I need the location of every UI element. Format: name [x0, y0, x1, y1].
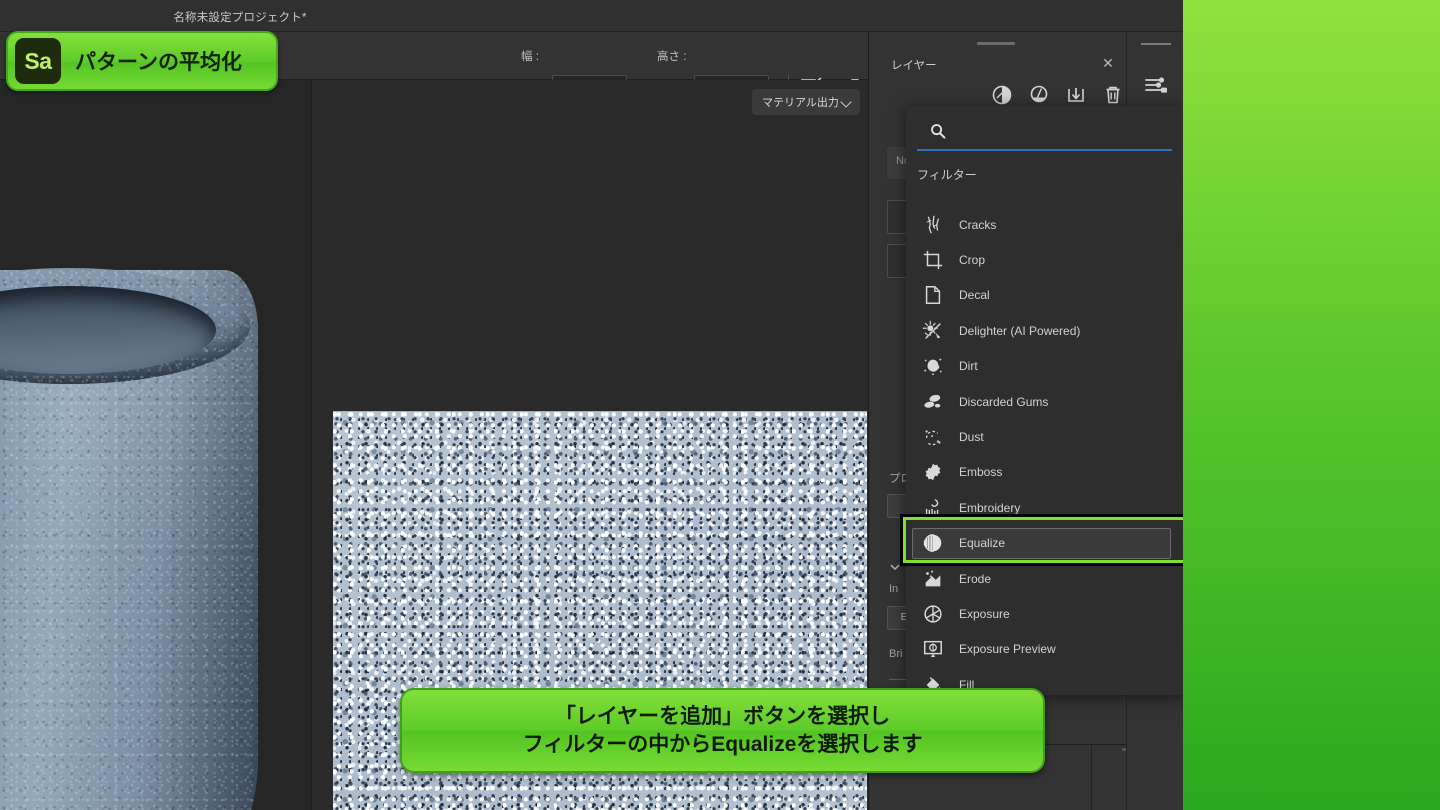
filter-label: Crop — [959, 253, 986, 268]
cracks-icon — [918, 211, 948, 239]
filter-item-delighter[interactable]: Delighter (AI Powered) — [906, 313, 1183, 348]
rendered-vessel-mesh — [0, 268, 258, 810]
tutorial-title-text: パターンの平均化 — [75, 51, 242, 74]
project-title: 名称未設定プロジェクト* — [173, 12, 307, 24]
delete-icon[interactable] — [1102, 84, 1124, 106]
property-label-bri: Bri — [889, 648, 903, 660]
filter-item-emboss[interactable]: Emboss — [906, 455, 1183, 490]
import-icon[interactable] — [1065, 84, 1087, 106]
chevron-down-icon[interactable] — [889, 560, 901, 572]
filter-label: Discarded Gums — [959, 394, 1049, 409]
viewport-render-area[interactable] — [0, 80, 312, 810]
filter-label: Delighter (AI Powered) — [959, 323, 1081, 338]
exposure-icon — [918, 600, 948, 628]
exposure-preview-icon — [918, 635, 948, 663]
filter-label: Emboss — [959, 465, 1003, 480]
filter-item-dirt[interactable]: Dirt — [906, 349, 1183, 384]
panel-divider-vertical — [1091, 745, 1092, 810]
filter-label: Dust — [959, 430, 984, 445]
sliders-icon[interactable] — [1143, 72, 1169, 98]
emboss-icon — [918, 458, 948, 486]
callout-line-2: フィルターの中からEqualizeを選択します — [522, 732, 923, 756]
panel-title: レイヤー — [891, 60, 937, 72]
filter-item-crop[interactable]: Crop — [906, 242, 1183, 277]
dropdown-section-header: フィルター — [917, 168, 977, 182]
embroidery-icon — [918, 494, 948, 522]
equalize-icon — [918, 529, 948, 557]
dropdown-search[interactable] — [917, 115, 1172, 151]
search-input[interactable] — [917, 115, 1172, 149]
material-output-select[interactable]: マテリアル出力 — [752, 89, 860, 115]
screenshot-root: 名称未設定プロジェクト* 幅 : 2048 高さ : 2048 — [0, 0, 1440, 810]
filter-item-discarded-gums[interactable]: Discarded Gums — [906, 384, 1183, 419]
erode-icon — [918, 565, 948, 593]
crop-icon — [918, 246, 948, 274]
search-underline — [917, 149, 1172, 151]
decal-icon — [918, 281, 948, 309]
chevron-down-icon — [841, 97, 852, 108]
property-label-in: In — [889, 583, 899, 595]
filter-label: Equalize — [959, 536, 1006, 551]
filter-label: Dirt — [959, 359, 978, 374]
add-layer-dropdown-menu: フィルター Cracks Crop Decal Delighter (AI Po… — [906, 106, 1183, 695]
height-label: 高さ : — [657, 51, 687, 63]
delighter-icon — [918, 317, 948, 345]
filter-item-dust[interactable]: Dust — [906, 419, 1183, 454]
dust-icon — [918, 423, 948, 451]
window-titlebar: 名称未設定プロジェクト* — [0, 0, 1183, 32]
tutorial-instruction-callout: 「レイヤーを追加」ボタンを選択し フィルターの中からEqualizeを選択します — [400, 688, 1045, 773]
filter-list: Cracks Crop Decal Delighter (AI Powered)… — [906, 207, 1183, 695]
add-effect-icon[interactable] — [1028, 84, 1050, 106]
filter-item-embroidery[interactable]: Embroidery — [906, 490, 1183, 525]
tutorial-title-badge: Sa パターンの平均化 — [6, 31, 278, 91]
panel-drag-grip[interactable] — [977, 42, 1015, 45]
layer-action-buttons — [991, 84, 1124, 106]
filter-label: Exposure Preview — [959, 642, 1056, 657]
substance-logo: Sa — [15, 38, 61, 84]
filter-label: Decal — [959, 288, 990, 303]
dirt-icon — [918, 352, 948, 380]
vessel-texture-noise — [0, 270, 258, 810]
gums-icon — [918, 388, 948, 416]
filter-item-exposure[interactable]: Exposure — [906, 596, 1183, 631]
filter-item-decal[interactable]: Decal — [906, 278, 1183, 313]
selection-frame — [912, 527, 1171, 559]
filter-item-equalize[interactable]: Equalize — [906, 526, 1183, 561]
rail-drag-grip[interactable] — [1141, 43, 1171, 45]
filter-label: Embroidery — [959, 500, 1021, 515]
filter-item-exposure-preview[interactable]: Exposure Preview — [906, 632, 1183, 667]
add-layer-icon[interactable] — [991, 84, 1013, 106]
callout-line-1: 「レイヤーを追加」ボタンを選択し — [554, 704, 891, 728]
filter-label: Exposure — [959, 606, 1010, 621]
width-label: 幅 : — [521, 51, 539, 63]
filter-item-erode[interactable]: Erode — [906, 561, 1183, 596]
filter-label: Erode — [959, 571, 992, 586]
material-output-label: マテリアル出力 — [762, 97, 839, 109]
filter-item-cracks[interactable]: Cracks — [906, 207, 1183, 242]
filter-label: Cracks — [959, 217, 997, 232]
close-icon[interactable]: ✕ — [1100, 56, 1116, 72]
